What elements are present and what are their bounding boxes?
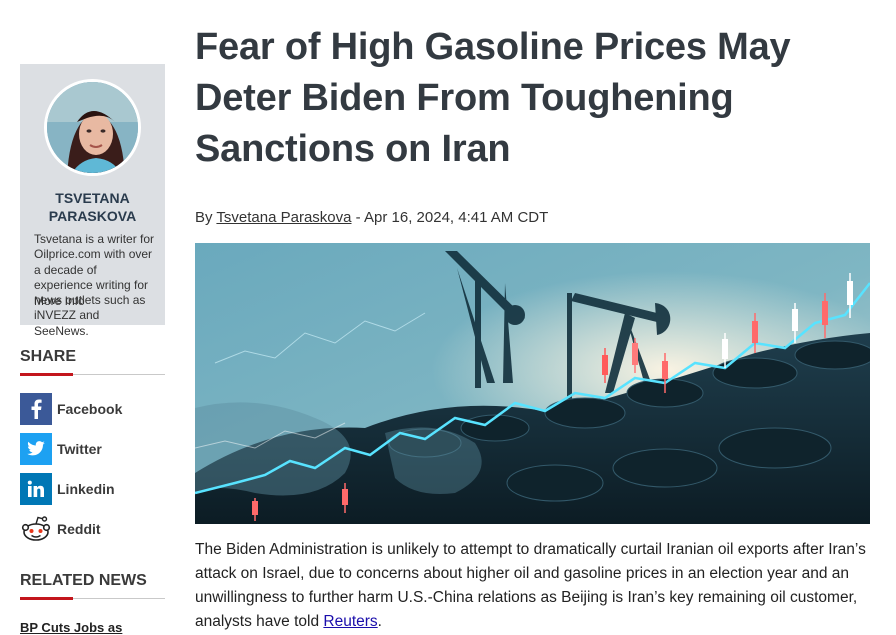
oil-pumpjack-illustration bbox=[195, 243, 870, 524]
linkedin-icon bbox=[20, 473, 52, 505]
facebook-icon bbox=[20, 393, 52, 425]
share-linkedin-button[interactable]: Linkedin bbox=[20, 473, 115, 505]
share-reddit-label: Reddit bbox=[57, 521, 101, 537]
author-avatar[interactable] bbox=[44, 79, 141, 176]
article-body-text: The Biden Administration is unlikely to … bbox=[195, 541, 866, 630]
author-name-line2: PARASKOVA bbox=[48, 208, 137, 224]
article-headline: Fear of High Gasoline Prices May Deter B… bbox=[195, 26, 791, 170]
share-facebook-label: Facebook bbox=[57, 401, 123, 417]
author-card: TSVETANA PARASKOVA Tsvetana is a writer … bbox=[20, 64, 165, 338]
author-name[interactable]: TSVETANA PARASKOVA bbox=[20, 189, 165, 225]
share-twitter-label: Twitter bbox=[57, 441, 102, 457]
reuters-link[interactable]: Reuters bbox=[323, 613, 377, 630]
article-body: The Biden Administration is unlikely to … bbox=[195, 538, 870, 634]
byline-date: - Apr 16, 2024, 4:41 AM CDT bbox=[355, 209, 549, 226]
byline-prefix: By bbox=[195, 209, 213, 226]
author-bio: Tsvetana is a writer for Oilprice.com wi… bbox=[34, 232, 155, 338]
byline: By Tsvetana Paraskova - Apr 16, 2024, 4:… bbox=[195, 209, 548, 226]
share-heading: SHARE bbox=[20, 348, 165, 376]
author-photo bbox=[47, 82, 138, 173]
author-name-line1: TSVETANA bbox=[55, 190, 130, 206]
byline-author-link[interactable]: Tsvetana Paraskova bbox=[216, 209, 351, 226]
related-news-heading: RELATED NEWS bbox=[20, 572, 165, 600]
share-twitter-button[interactable]: Twitter bbox=[20, 433, 102, 465]
share-reddit-button[interactable]: Reddit bbox=[20, 513, 101, 545]
reddit-icon bbox=[20, 513, 52, 545]
more-info-link[interactable]: More Info bbox=[34, 294, 85, 308]
share-facebook-button[interactable]: Facebook bbox=[20, 393, 122, 425]
article-body-end: . bbox=[377, 613, 382, 630]
share-linkedin-label: Linkedin bbox=[57, 481, 115, 497]
related-news-item[interactable]: BP Cuts Jobs as bbox=[20, 620, 122, 635]
twitter-icon bbox=[20, 433, 52, 465]
hero-image bbox=[195, 243, 870, 524]
